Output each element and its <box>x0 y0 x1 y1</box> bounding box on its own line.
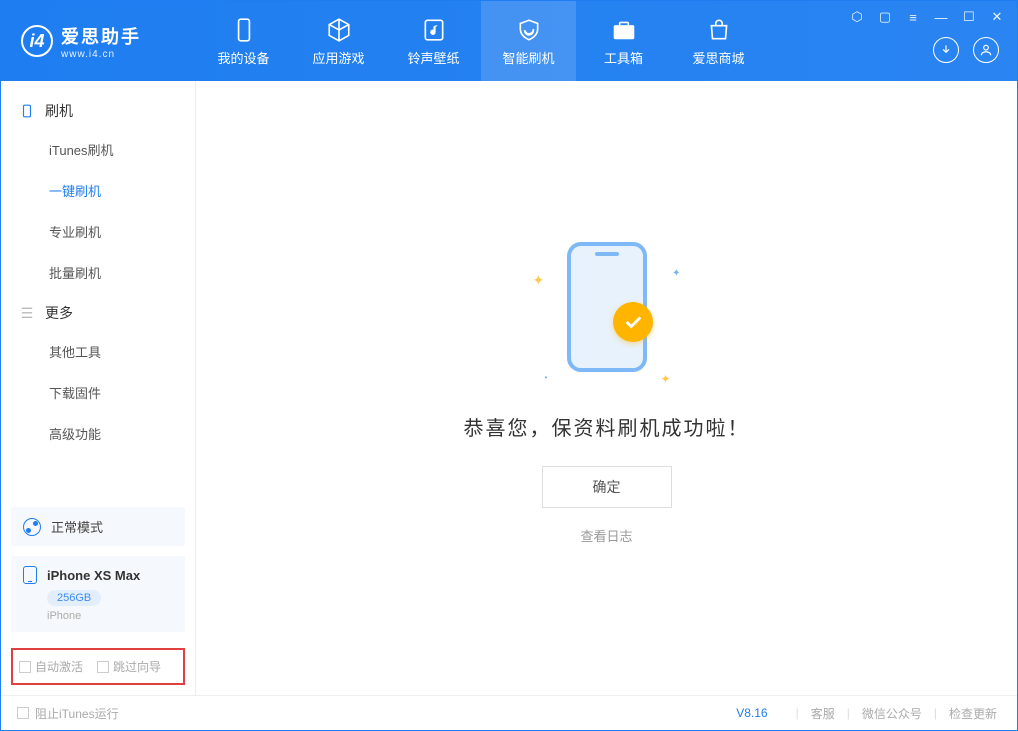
checkbox-label: 自动激活 <box>35 658 83 675</box>
status-mode-label: 正常模式 <box>51 517 103 536</box>
music-note-icon <box>420 16 448 44</box>
maximize-icon[interactable]: ☐ <box>961 9 977 25</box>
view-log-link[interactable]: 查看日志 <box>580 526 632 545</box>
sidebar-item-other-tools[interactable]: 其他工具 <box>1 331 195 372</box>
nav-label: 爱思商城 <box>692 48 744 67</box>
nav-label: 应用游戏 <box>312 48 364 67</box>
checkbox-icon <box>19 661 31 673</box>
checkbox-auto-activate[interactable]: 自动激活 <box>19 658 83 675</box>
minimize-icon[interactable]: — <box>933 9 949 25</box>
nav-label: 我的设备 <box>217 48 269 67</box>
device-name: iPhone XS Max <box>47 568 140 583</box>
logo-area[interactable]: i4 爱思助手 www.i4.cn <box>1 1 196 81</box>
sidebar-item-batch-flash[interactable]: 批量刷机 <box>1 252 195 293</box>
sidebar-item-download-firmware[interactable]: 下载固件 <box>1 372 195 413</box>
lock-icon[interactable]: ▢ <box>877 9 893 25</box>
user-icon[interactable] <box>973 37 999 63</box>
sidebar-item-pro-flash[interactable]: 专业刷机 <box>1 211 195 252</box>
close-icon[interactable]: ✕ <box>989 9 1005 25</box>
footer-link-support[interactable]: 客服 <box>807 705 839 722</box>
normal-mode-icon <box>23 518 41 536</box>
checkbox-icon <box>17 707 29 719</box>
status-card[interactable]: 正常模式 <box>11 507 185 546</box>
toolbox-icon <box>610 16 638 44</box>
device-icon <box>230 16 258 44</box>
nav-store[interactable]: 爱思商城 <box>671 1 766 81</box>
divider: | <box>796 706 799 720</box>
phone-outline-icon <box>19 103 35 119</box>
menu-icon[interactable]: ≡ <box>905 9 921 25</box>
nav-toolbox[interactable]: 工具箱 <box>576 1 671 81</box>
footer-link-update[interactable]: 检查更新 <box>945 705 1001 722</box>
sparkle-icon: ✦ <box>533 272 545 289</box>
nav-my-device[interactable]: 我的设备 <box>196 1 291 81</box>
sparkle-icon: • <box>545 373 548 382</box>
cube-icon <box>325 16 353 44</box>
nav-ringtone-wallpaper[interactable]: 铃声壁纸 <box>386 1 481 81</box>
nav-label: 智能刷机 <box>502 48 554 67</box>
sidebar-section-flash: 刷机 <box>1 91 195 129</box>
footer: 阻止iTunes运行 V8.16 | 客服 | 微信公众号 | 检查更新 <box>1 695 1017 730</box>
checkbox-label: 跳过向导 <box>113 658 161 675</box>
top-nav: 我的设备 应用游戏 铃声壁纸 智能刷机 工具箱 爱思商城 <box>196 1 766 81</box>
sidebar: 刷机 iTunes刷机 一键刷机 专业刷机 批量刷机 ☰ 更多 其他工具 下载固… <box>1 81 196 695</box>
sidebar-section-more: ☰ 更多 <box>1 293 195 331</box>
download-icon[interactable] <box>933 37 959 63</box>
sparkle-icon: ✦ <box>672 268 680 279</box>
divider: | <box>847 706 850 720</box>
nav-label: 工具箱 <box>604 48 643 67</box>
app-logo-text: 爱思助手 www.i4.cn <box>61 23 141 60</box>
checkbox-skip-guide[interactable]: 跳过向导 <box>97 658 161 675</box>
shirt-icon[interactable]: ⬡ <box>849 9 865 25</box>
nav-smart-flash[interactable]: 智能刷机 <box>481 1 576 81</box>
refresh-shield-icon <box>515 16 543 44</box>
app-logo-icon: i4 <box>21 25 53 57</box>
window-controls: ⬡ ▢ ≡ — ☐ ✕ <box>849 9 1005 25</box>
app-url: www.i4.cn <box>61 49 141 60</box>
nav-label: 铃声壁纸 <box>407 48 459 67</box>
sidebar-item-itunes-flash[interactable]: iTunes刷机 <box>1 129 195 170</box>
sidebar-section-label: 刷机 <box>45 101 73 121</box>
footer-link-wechat[interactable]: 微信公众号 <box>858 705 926 722</box>
header: i4 爱思助手 www.i4.cn 我的设备 应用游戏 铃声壁纸 智能刷机 工具… <box>1 1 1017 81</box>
app-name: 爱思助手 <box>61 23 141 49</box>
success-message: 恭喜您，保资料刷机成功啦！ <box>464 412 750 441</box>
sidebar-section-label: 更多 <box>45 303 73 323</box>
checkbox-label: 阻止iTunes运行 <box>35 705 119 722</box>
checkmark-badge-icon <box>613 302 653 342</box>
header-right-icons <box>933 37 999 63</box>
phone-icon <box>23 566 37 584</box>
checkbox-icon <box>97 661 109 673</box>
ok-button[interactable]: 确定 <box>542 466 672 508</box>
success-illustration: ✦ ✦ • ✦ <box>527 232 687 392</box>
device-card[interactable]: iPhone XS Max 256GB iPhone <box>11 556 185 632</box>
version-label: V8.16 <box>736 706 767 720</box>
nav-apps-games[interactable]: 应用游戏 <box>291 1 386 81</box>
divider: | <box>934 706 937 720</box>
sparkle-icon: ✦ <box>660 372 670 386</box>
device-model: iPhone <box>47 610 173 622</box>
checkbox-block-itunes[interactable]: 阻止iTunes运行 <box>17 705 119 722</box>
menu-lines-icon: ☰ <box>19 305 35 321</box>
sidebar-item-advanced[interactable]: 高级功能 <box>1 413 195 454</box>
body: 刷机 iTunes刷机 一键刷机 专业刷机 批量刷机 ☰ 更多 其他工具 下载固… <box>1 81 1017 695</box>
bottom-options-highlighted: 自动激活 跳过向导 <box>11 648 185 685</box>
main-content: ✦ ✦ • ✦ 恭喜您，保资料刷机成功啦！ 确定 查看日志 <box>196 81 1017 695</box>
sidebar-item-oneclick-flash[interactable]: 一键刷机 <box>1 170 195 211</box>
device-storage-badge: 256GB <box>47 590 101 606</box>
shopping-bag-icon <box>705 16 733 44</box>
